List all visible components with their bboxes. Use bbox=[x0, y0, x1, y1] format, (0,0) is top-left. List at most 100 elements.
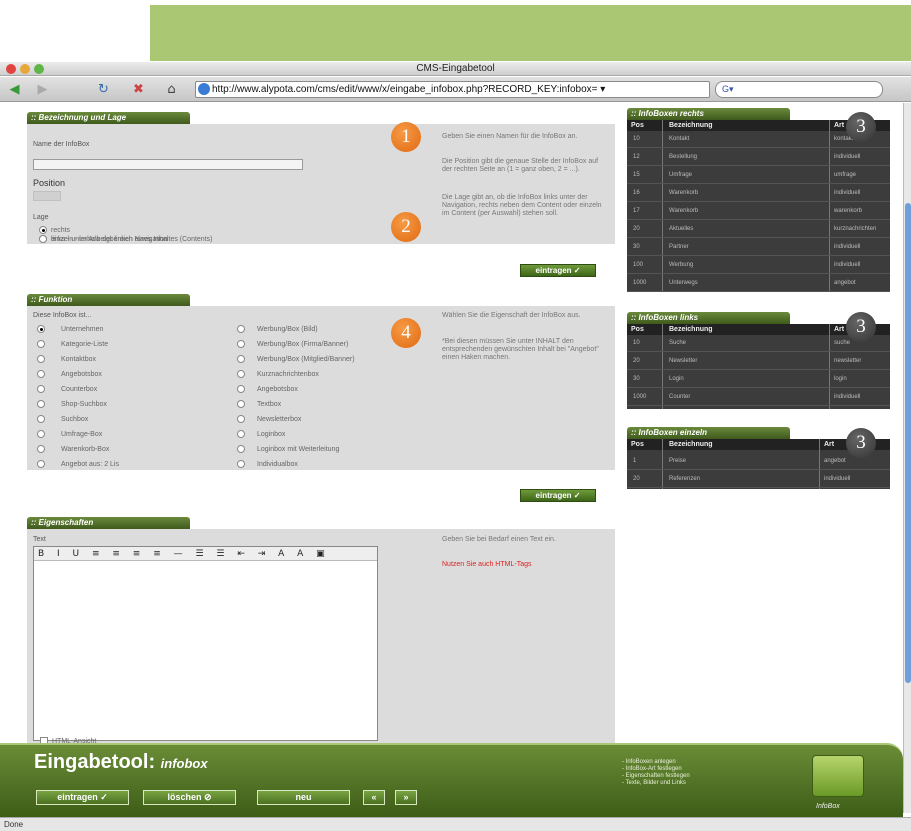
table-row[interactable]: 20 Newsletter newsletter bbox=[627, 353, 890, 370]
infoboxen-rechts-table: Pos Bezeichnung Art 10 Kontakt kontakt 12 B… bbox=[627, 120, 890, 292]
html-tags-link[interactable]: Nutzen Sie auch HTML-Tags bbox=[442, 561, 531, 569]
name-input[interactable] bbox=[33, 159, 303, 170]
next-footer-button[interactable]: » bbox=[395, 790, 417, 805]
funktion-option-label: Angebotsbox bbox=[257, 386, 298, 393]
search-field[interactable]: G▾ bbox=[715, 81, 883, 98]
vertical-scrollbar[interactable] bbox=[903, 103, 911, 813]
url-bar[interactable]: http://www.alypota.com/cms/edit/www/x/ei… bbox=[195, 81, 710, 98]
help-eigenschaften: Geben Sie bei Bedarf einen Text ein. bbox=[442, 536, 556, 543]
funktion-option-label: Kategorie-Liste bbox=[61, 341, 109, 348]
toolbox-icon bbox=[812, 755, 864, 797]
eintragen-button-funktion[interactable]: eintragen ✓ bbox=[520, 489, 596, 502]
cell-pos: 1 bbox=[633, 458, 637, 464]
pos-header: Pos bbox=[631, 441, 644, 448]
header-banner bbox=[150, 5, 911, 61]
funktion-radio[interactable] bbox=[237, 385, 245, 393]
table-row[interactable]: 12 Bestellung individuell bbox=[627, 149, 890, 166]
funktion-radio[interactable] bbox=[37, 355, 45, 363]
funktion-radio[interactable] bbox=[237, 340, 245, 348]
funktion-radio[interactable] bbox=[37, 385, 45, 393]
table-row[interactable]: 1000 Unterwegs angebot bbox=[627, 275, 890, 292]
funktion-radio[interactable] bbox=[237, 355, 245, 363]
funktion-radio[interactable] bbox=[237, 415, 245, 423]
bezeichnung-panel: Name der InfoBox Position Lage rechts li… bbox=[27, 124, 615, 244]
stop-icon[interactable]: ✖ bbox=[130, 81, 147, 98]
funktion-radio[interactable] bbox=[37, 460, 45, 468]
neu-footer-button[interactable]: neu bbox=[257, 790, 350, 805]
cell-art: individuell bbox=[834, 394, 861, 400]
position-input[interactable] bbox=[33, 191, 61, 201]
eigenschaften-panel: Text B I U ≡ ≡ ≡ ≡ — ☰ ☰ ⇤ ⇥ A A ▣ Geben… bbox=[27, 529, 615, 749]
table-row[interactable]: 20 Referenzen individuell bbox=[627, 471, 890, 488]
zoom-window-icon[interactable] bbox=[34, 64, 44, 74]
prev-footer-button[interactable]: « bbox=[363, 790, 385, 805]
cell-pos: 15 bbox=[633, 172, 640, 178]
cell-pos: 1000 bbox=[633, 394, 647, 400]
browser-toolbar: ◀ ▶ ↻ ✖ ⌂ http://www.alypota.com/cms/edi… bbox=[0, 77, 911, 102]
funktion-radio[interactable] bbox=[237, 460, 245, 468]
funktion-tab: :: Funktion bbox=[27, 294, 190, 306]
funktion-radio[interactable] bbox=[37, 400, 45, 408]
editor-toolbar[interactable]: B I U ≡ ≡ ≡ ≡ — ☰ ☰ ⇤ ⇥ A A ▣ bbox=[34, 547, 377, 561]
home-icon[interactable]: ⌂ bbox=[163, 81, 180, 98]
cell-art: individuell bbox=[834, 262, 861, 268]
funktion-option-label: Shop-Suchbox bbox=[61, 401, 107, 408]
bezeichnung-header: Bezeichnung bbox=[669, 441, 713, 448]
funktion-panel: Diese InfoBox ist... Unternehmen Kategor… bbox=[27, 306, 615, 470]
table-row[interactable]: 17 Warenkorb warenkorb bbox=[627, 203, 890, 220]
text-editor[interactable]: B I U ≡ ≡ ≡ ≡ — ☰ ☰ ⇤ ⇥ A A ▣ bbox=[33, 546, 378, 741]
funktion-radio[interactable] bbox=[237, 400, 245, 408]
cell-pos: 20 bbox=[633, 476, 640, 482]
bezeichnung-header: Bezeichnung bbox=[669, 326, 713, 333]
lage-radio-rechts[interactable] bbox=[39, 226, 47, 234]
eintragen-button-bezeichnung[interactable]: eintragen ✓ bbox=[520, 264, 596, 277]
scroll-thumb[interactable] bbox=[905, 203, 911, 683]
close-window-icon[interactable] bbox=[6, 64, 16, 74]
minimize-window-icon[interactable] bbox=[20, 64, 30, 74]
table-row[interactable]: 15 Umfrage umfrage bbox=[627, 167, 890, 184]
funktion-radio[interactable] bbox=[37, 340, 45, 348]
cell-pos: 10 bbox=[633, 340, 640, 346]
footer-subtitle: infobox bbox=[160, 756, 208, 771]
cell-art: individuell bbox=[824, 476, 851, 482]
back-icon[interactable]: ◀ bbox=[6, 81, 23, 98]
table-row[interactable]: 30 Login login bbox=[627, 371, 890, 388]
cell-bezeichnung: Partner bbox=[669, 244, 689, 250]
funktion-radio[interactable] bbox=[237, 430, 245, 438]
cell-art: individuell bbox=[834, 244, 861, 250]
window-title: CMS-Eingabetool bbox=[416, 63, 495, 74]
table-row[interactable]: 30 Partner individuell bbox=[627, 239, 890, 256]
loeschen-footer-button[interactable]: löschen ⊘ bbox=[143, 790, 236, 805]
funktion-option-label: Textbox bbox=[257, 401, 282, 408]
footer-bar: Eingabetool: infobox eintragen ✓ löschen… bbox=[0, 743, 903, 817]
globe-icon bbox=[198, 83, 210, 95]
funktion-radio[interactable] bbox=[237, 445, 245, 453]
forward-icon[interactable]: ▶ bbox=[34, 81, 51, 98]
funktion-radio[interactable] bbox=[237, 370, 245, 378]
help-position: Die Position gibt die genaue Stelle der … bbox=[442, 158, 599, 173]
funktion-radio[interactable] bbox=[37, 370, 45, 378]
funktion-radio[interactable] bbox=[37, 415, 45, 423]
cell-bezeichnung: Referenzen bbox=[669, 476, 701, 482]
funktion-radio[interactable] bbox=[37, 430, 45, 438]
infoboxen-einzeln-tab: :: InfoBoxen einzeln bbox=[627, 427, 790, 439]
table-row[interactable]: 16 Warenkorb individuell bbox=[627, 185, 890, 202]
cell-art: suche bbox=[834, 340, 851, 346]
cell-art: kurznachrichten bbox=[834, 226, 877, 232]
callout-3-einzeln: 3 bbox=[846, 428, 876, 458]
cell-bezeichnung: Werbung bbox=[669, 262, 694, 268]
table-row[interactable]: 1000 Counter individuell bbox=[627, 389, 890, 406]
funktion-radio[interactable] bbox=[37, 325, 45, 333]
position-label: Position bbox=[33, 178, 66, 188]
funktion-radio[interactable] bbox=[237, 325, 245, 333]
reload-icon[interactable]: ↻ bbox=[95, 81, 112, 98]
funktion-radio[interactable] bbox=[37, 445, 45, 453]
lage-radio-einzeln[interactable] bbox=[39, 235, 47, 243]
cell-bezeichnung: Suche bbox=[669, 340, 687, 346]
table-row[interactable]: 20 Aktuelles kurznachrichten bbox=[627, 221, 890, 238]
footer-title-text: Eingabetool: bbox=[34, 751, 156, 773]
eintragen-footer-button[interactable]: eintragen ✓ bbox=[36, 790, 129, 805]
table-row[interactable]: 1 Preise angebot bbox=[627, 453, 890, 470]
table-row[interactable]: 100 Werbung individuell bbox=[627, 257, 890, 274]
funktion-option-label: Werbung/Box (Mitglied/Banner) bbox=[257, 356, 355, 363]
